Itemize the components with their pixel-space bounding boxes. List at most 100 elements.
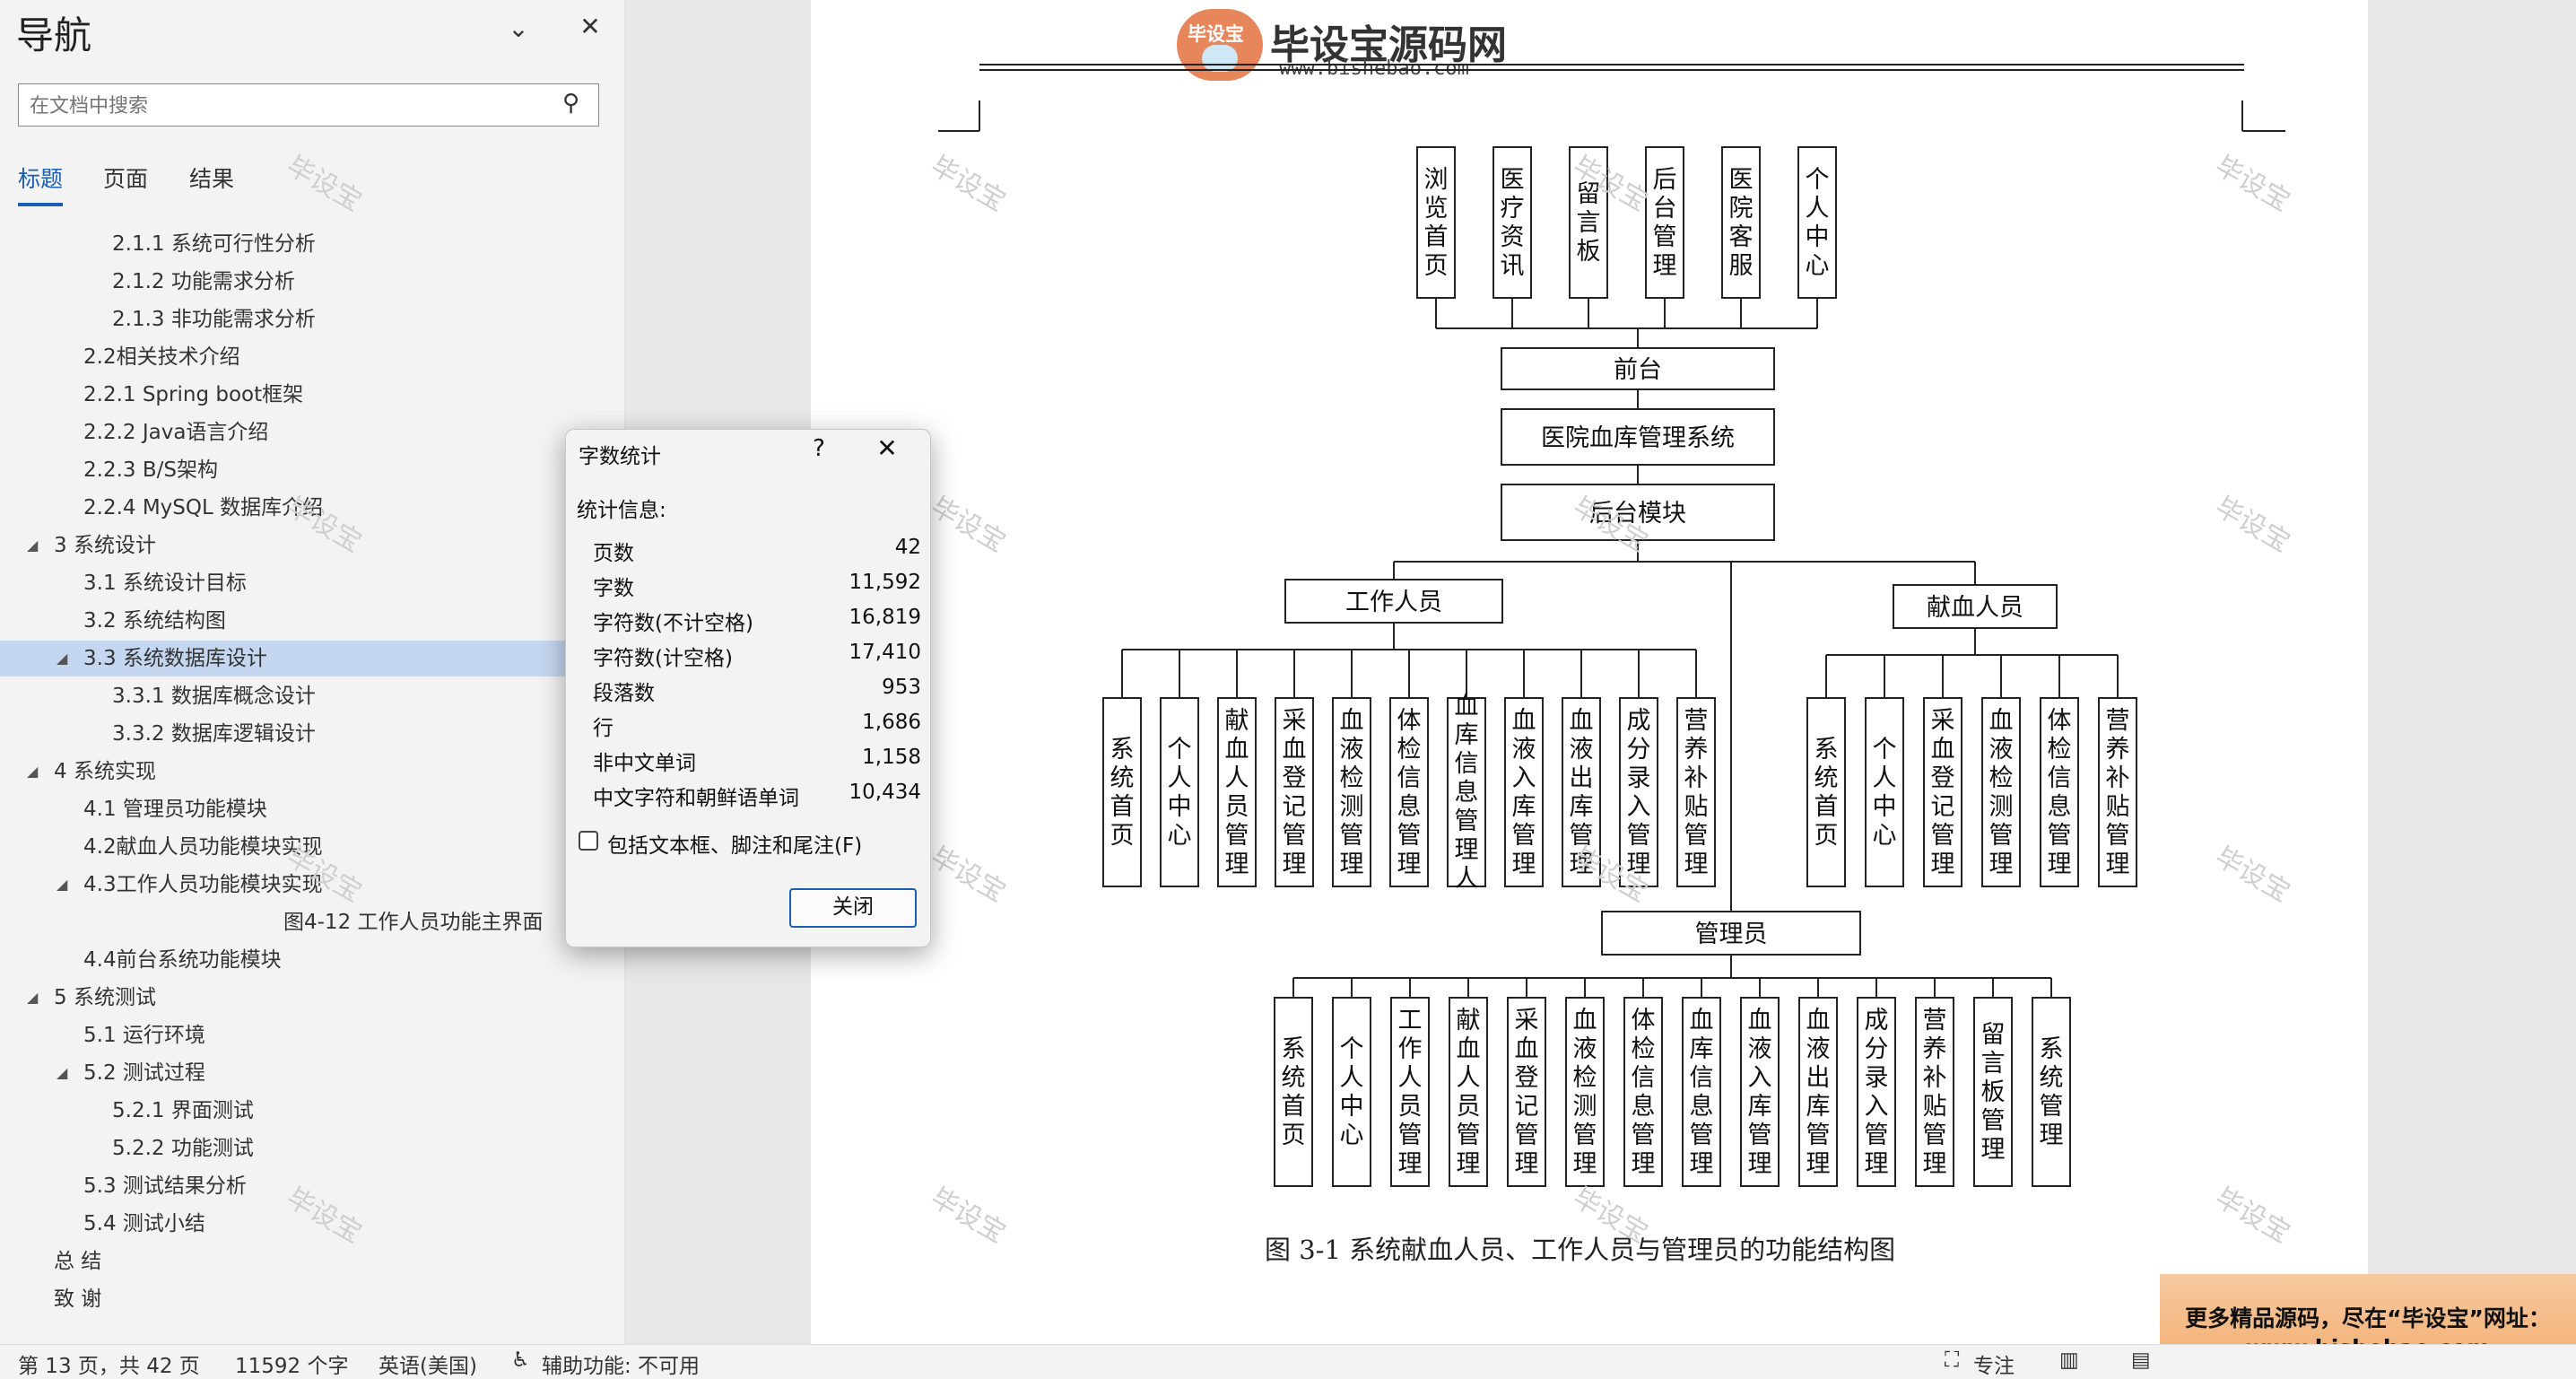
admin-item-box-char: 统 bbox=[1282, 1064, 1306, 1091]
admin-item-box-char: 管 bbox=[1806, 1122, 1831, 1148]
admin-item-box-char: 登 bbox=[1515, 1064, 1539, 1091]
donor-item-box-char: 补 bbox=[2106, 764, 2130, 791]
read-mode-icon[interactable]: ▥ bbox=[2059, 1348, 2079, 1372]
donor-item-box-char: 心 bbox=[1873, 822, 1897, 849]
print-layout-icon[interactable]: ▤ bbox=[2131, 1348, 2151, 1372]
front-item-box-char: 页 bbox=[1424, 252, 1449, 279]
admin-item-box-char: 息 bbox=[1632, 1093, 1656, 1120]
staff-item-box-char: 理 bbox=[1283, 851, 1307, 877]
stat-row: 字数 11,592 bbox=[593, 571, 921, 605]
staff-box-label: 工作人员 bbox=[1345, 589, 1442, 615]
include-textbox-checkbox[interactable] bbox=[579, 831, 598, 851]
admin-item-box-char: 言 bbox=[1981, 1050, 2006, 1077]
admin-item-box-char: 体 bbox=[1632, 1007, 1656, 1034]
front-item-box-char: 医 bbox=[1501, 166, 1525, 193]
donor-item-box-char: 管 bbox=[1989, 822, 2014, 849]
staff-item-box-char: 库 bbox=[1570, 793, 1594, 820]
page-indicator[interactable]: 第 13 页，共 42 页 bbox=[18, 1348, 200, 1379]
donor-item-box-char: 登 bbox=[1931, 764, 1955, 791]
help-button[interactable]: ? bbox=[801, 435, 837, 462]
admin-item-box-char: 留 bbox=[1981, 1021, 2006, 1048]
word-count-dialog: 字数统计 ? ✕ 统计信息: 页数 42 字数 11,592 字符数(不计空格) 16,8… bbox=[565, 429, 931, 947]
donor-item-box-char: 管 bbox=[2048, 822, 2072, 849]
donor-item-box-char: 管 bbox=[1931, 822, 1955, 849]
admin-item-box-char: 信 bbox=[1690, 1064, 1714, 1091]
admin-item-box-char: 库 bbox=[1748, 1093, 1772, 1120]
staff-item-box-char: 血 bbox=[1512, 707, 1536, 734]
system-box-label: 医院血库管理系统 bbox=[1541, 424, 1735, 451]
donor-item-box-char: 检 bbox=[1989, 764, 2014, 791]
focus-icon: ⛶ bbox=[1945, 1348, 1960, 1372]
admin-item-box-char: 成 bbox=[1865, 1007, 1889, 1034]
admin-item-box-char: 液 bbox=[1806, 1035, 1831, 1062]
staff-item-box-char: 入 bbox=[1627, 793, 1651, 820]
front-box-label: 前台 bbox=[1614, 356, 1662, 383]
donor-item-box-char: 体 bbox=[2048, 707, 2072, 734]
front-item-box-char: 服 bbox=[1729, 252, 1754, 279]
admin-item-box-char: 息 bbox=[1690, 1093, 1714, 1120]
admin-item-box-char: 检 bbox=[1632, 1035, 1656, 1062]
donor-item-box-char: 页 bbox=[1815, 822, 1839, 849]
staff-item-box-char: 血 bbox=[1340, 707, 1364, 734]
staff-item-box-char: 管 bbox=[1225, 822, 1249, 849]
include-textbox-label: 包括文本框、脚注和尾注(F) bbox=[607, 834, 863, 858]
admin-item-box-char: 板 bbox=[1981, 1078, 2006, 1105]
staff-item-box-char: 首 bbox=[1110, 793, 1135, 820]
front-item-box-char: 浏 bbox=[1424, 166, 1449, 193]
admin-item-box-char: 血 bbox=[1690, 1007, 1714, 1034]
donor-item-box-char: 血 bbox=[1989, 707, 2014, 734]
admin-item-box-char: 人 bbox=[1340, 1064, 1364, 1091]
donor-item-box-char: 理 bbox=[1989, 851, 2014, 877]
dialog-close-icon[interactable]: ✕ bbox=[869, 433, 905, 463]
staff-item-box-char: 信 bbox=[1455, 750, 1479, 777]
staff-item-box-char: 理 bbox=[1512, 851, 1536, 877]
staff-item-box-char: 血 bbox=[1225, 736, 1249, 763]
staff-item-box-char: 检 bbox=[1397, 736, 1422, 763]
admin-item-box-char: 血 bbox=[1573, 1007, 1597, 1034]
admin-item-box-char: 理 bbox=[1981, 1136, 2006, 1163]
donor-item-box-char: 血 bbox=[1931, 736, 1955, 763]
admin-item-box-char: 心 bbox=[1340, 1122, 1364, 1148]
admin-item-box-char: 献 bbox=[1457, 1007, 1481, 1034]
staff-item-box bbox=[1102, 697, 1142, 887]
staff-item-box-char: 人 bbox=[1455, 865, 1479, 892]
donor-item-box bbox=[1806, 697, 1846, 887]
staff-item-box-char: 检 bbox=[1340, 764, 1364, 791]
stat-label: 段落数 bbox=[593, 682, 655, 705]
stat-row: 字符数(计空格) 17,410 bbox=[593, 641, 921, 675]
admin-item-box-char: 管 bbox=[2040, 1093, 2064, 1120]
admin-item-box-char: 个 bbox=[1340, 1035, 1364, 1062]
donor-item-box-char: 测 bbox=[1989, 793, 2014, 820]
staff-item-box-char: 献 bbox=[1225, 707, 1249, 734]
accessibility-status[interactable]: 辅助功能: 不可用 bbox=[542, 1348, 700, 1379]
admin-item-box bbox=[1274, 997, 1313, 1187]
language-indicator[interactable]: 英语(美国) bbox=[379, 1348, 477, 1379]
staff-item-box-char: 员 bbox=[1225, 793, 1249, 820]
staff-item-box-char: 补 bbox=[1684, 764, 1709, 791]
donor-item-box-char: 统 bbox=[1815, 764, 1839, 791]
admin-item-box-char: 理 bbox=[1748, 1150, 1772, 1177]
staff-item-box-char: 心 bbox=[1168, 822, 1192, 849]
donor-item-box-char: 理 bbox=[1931, 851, 1955, 877]
admin-item-box-char: 管 bbox=[1748, 1122, 1772, 1148]
focus-mode-button[interactable]: 专注 bbox=[1973, 1348, 2015, 1379]
donor-box-label: 献血人员 bbox=[1927, 594, 2023, 621]
admin-item-box-char: 人 bbox=[1457, 1064, 1481, 1091]
front-item-box-char: 后 bbox=[1653, 166, 1677, 193]
admin-item-box-char: 管 bbox=[1457, 1122, 1481, 1148]
word-count-indicator[interactable]: 11592 个字 bbox=[235, 1348, 348, 1379]
front-item-box-char: 疗 bbox=[1501, 195, 1525, 222]
close-button[interactable]: 关闭 bbox=[789, 888, 917, 928]
stat-row: 段落数 953 bbox=[593, 676, 921, 710]
structure-diagram: 浏览首页医疗资讯留言板后台管理医院客服个人中心前台医院血库管理系统后台模块工作人… bbox=[938, 64, 2285, 1187]
admin-item-box-char: 理 bbox=[1457, 1150, 1481, 1177]
admin-item-box-char: 理 bbox=[1632, 1150, 1656, 1177]
staff-item-box-char: 录 bbox=[1627, 764, 1651, 791]
staff-item-box-char: 登 bbox=[1283, 764, 1307, 791]
staff-item-box-char: 营 bbox=[1684, 707, 1709, 734]
donor-item-box-char: 记 bbox=[1931, 793, 1955, 820]
admin-item-box-char: 测 bbox=[1573, 1093, 1597, 1120]
admin-item-box-char: 作 bbox=[1398, 1035, 1423, 1062]
donor-item-box-char: 营 bbox=[2106, 707, 2130, 734]
admin-item-box-char: 补 bbox=[1923, 1064, 1947, 1091]
